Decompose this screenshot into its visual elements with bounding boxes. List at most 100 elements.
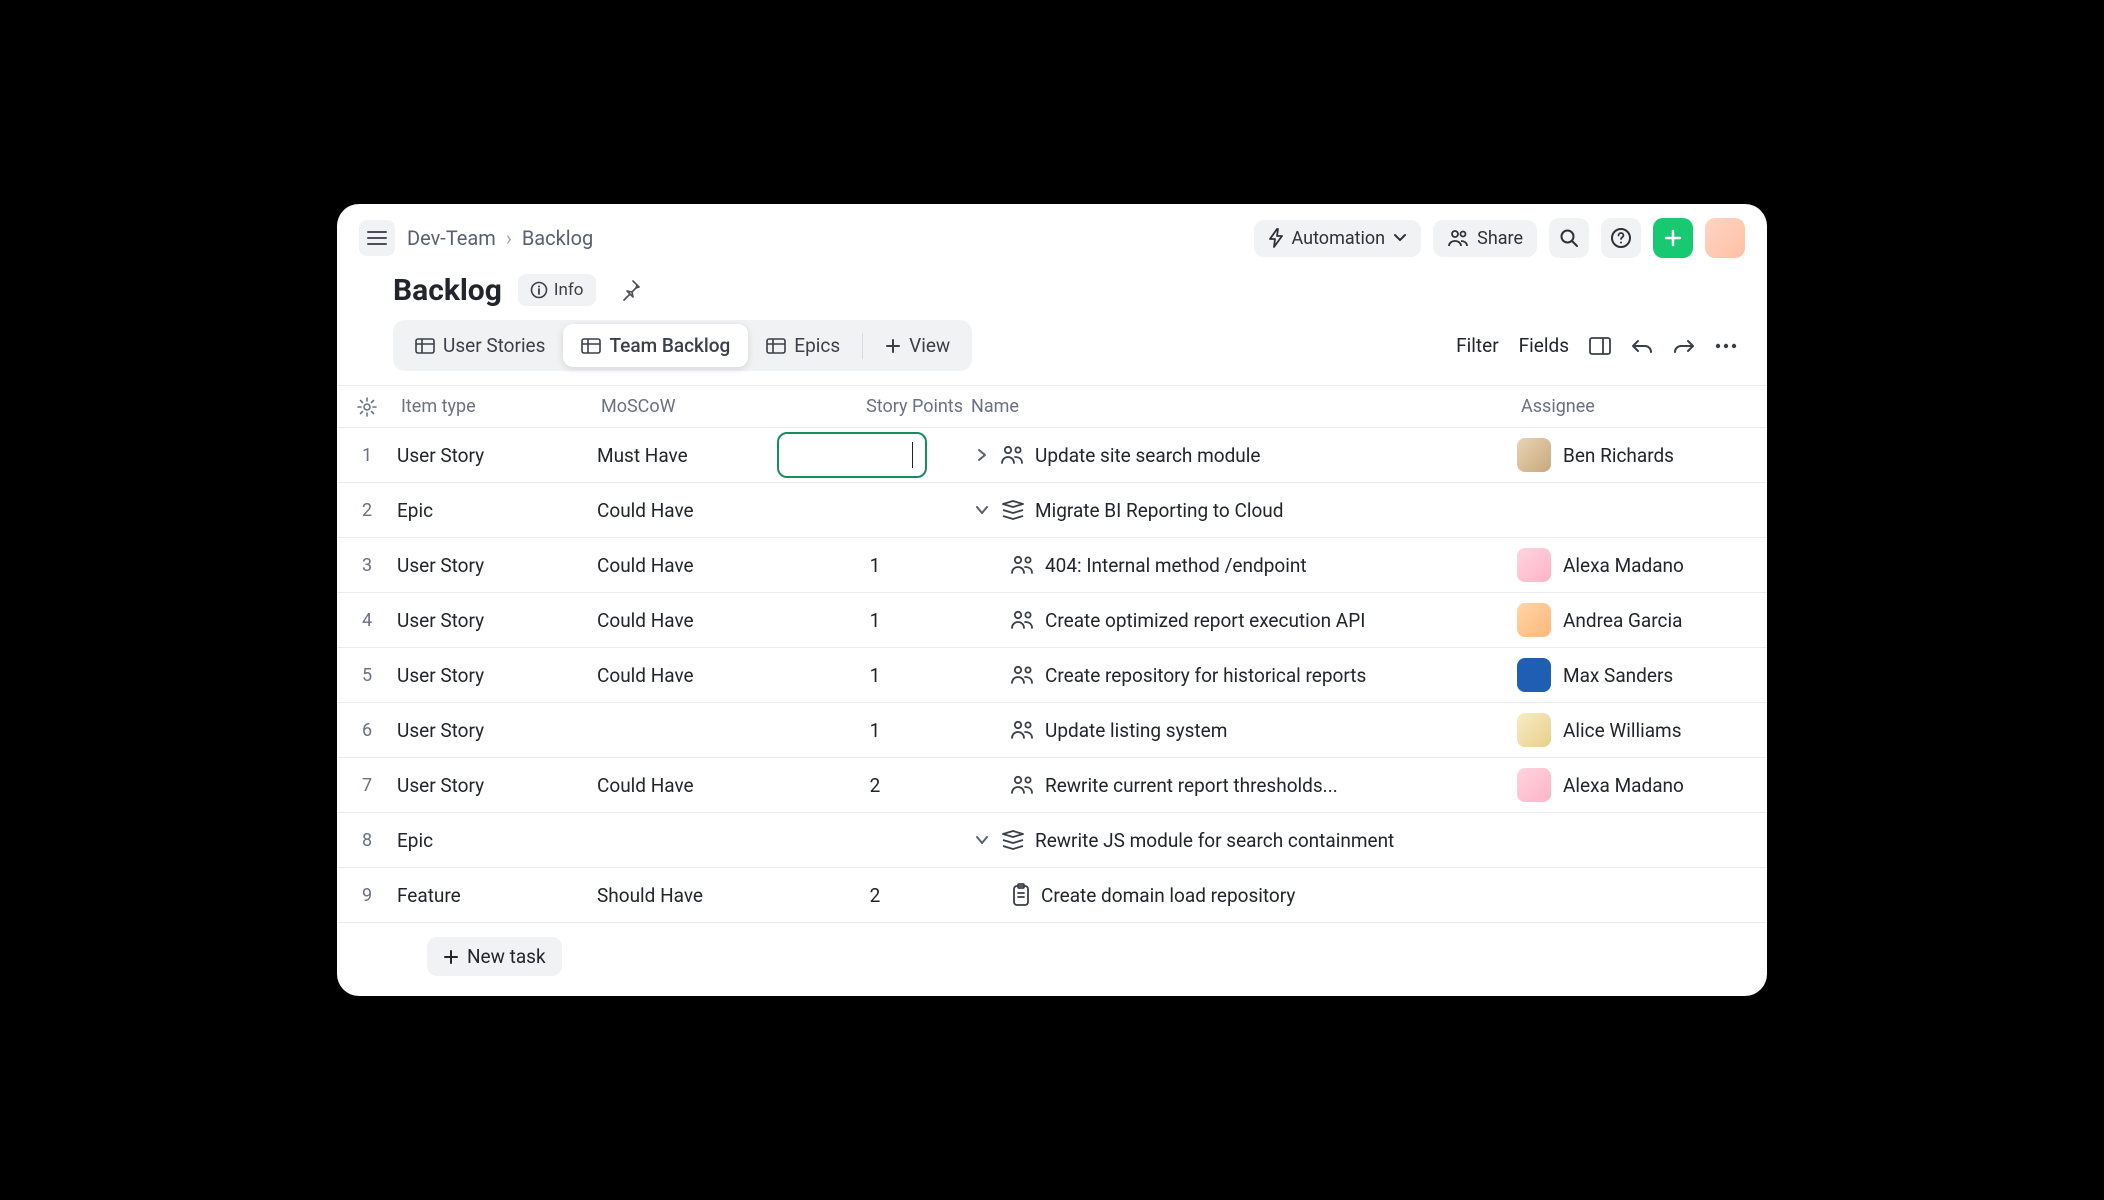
search-button[interactable] [1549,218,1589,258]
tab-epics[interactable]: Epics [748,324,858,367]
tab-user-stories[interactable]: User Stories [397,324,563,367]
cell-moscow[interactable]: Could Have [597,664,807,687]
table-row[interactable]: 5User StoryCould Have1Create repository … [337,648,1767,703]
undo-button[interactable] [1631,338,1653,354]
table-row[interactable]: 1User StoryMust HaveUpdate site search m… [337,428,1767,483]
user-avatar[interactable] [1705,218,1745,258]
cell-assignee[interactable]: Alexa Madano [1517,768,1767,802]
new-task-row: New task [337,923,1767,996]
cell-item-type[interactable]: User Story [397,554,597,577]
cell-name[interactable]: Rewrite current report thresholds... [967,774,1517,797]
cell-moscow[interactable]: Must Have [597,444,807,467]
share-button[interactable]: Share [1433,220,1537,257]
table-body: 1User StoryMust HaveUpdate site search m… [337,428,1767,923]
cell-moscow[interactable]: Could Have [597,499,807,522]
tab-label: User Stories [443,334,545,357]
chevron-down-icon [1393,233,1407,243]
breadcrumb-section[interactable]: Backlog [522,226,593,250]
plus-icon [1663,228,1683,248]
cell-item-type[interactable]: Epic [397,829,597,852]
cell-moscow[interactable]: Could Have [597,609,807,632]
info-button[interactable]: Info [518,274,596,306]
header: Dev-Team › Backlog Automation Share [337,204,1767,268]
tab-add-view[interactable]: View [867,324,968,367]
tab-divider [862,333,863,359]
col-moscow[interactable]: MoSCoW [597,396,807,417]
cell-item-type[interactable]: User Story [397,664,597,687]
col-item-type[interactable]: Item type [397,396,597,417]
cell-story-points[interactable]: 1 [807,719,967,742]
layout-button[interactable] [1589,337,1611,355]
cell-assignee[interactable]: Andrea Garcia [1517,603,1767,637]
cell-item-type[interactable]: Epic [397,499,597,522]
cell-name[interactable]: Create optimized report execution API [967,609,1517,632]
cell-story-points[interactable]: 2 [807,884,967,907]
cell-moscow[interactable]: Should Have [597,884,807,907]
filter-button[interactable]: Filter [1456,334,1498,357]
redo-button[interactable] [1673,338,1695,354]
cell-assignee[interactable]: Alexa Madano [1517,548,1767,582]
breadcrumb-project[interactable]: Dev-Team [407,226,496,250]
cell-name[interactable]: Update site search module [967,444,1517,467]
pin-button[interactable] [612,272,648,308]
task-name: Update listing system [1045,719,1227,742]
col-assignee[interactable]: Assignee [1517,396,1767,417]
cell-assignee[interactable]: Ben Richards [1517,438,1767,472]
table-icon [766,338,786,354]
cell-item-type[interactable]: User Story [397,609,597,632]
cell-name[interactable]: Rewrite JS module for search containment [967,829,1517,852]
cell-name[interactable]: Create domain load repository [967,883,1517,907]
new-task-button[interactable]: New task [427,937,562,976]
col-name[interactable]: Name [967,396,1517,417]
tab-team-backlog[interactable]: Team Backlog [563,324,748,367]
tabs-group: User Stories Team Backlog Epics View [393,320,972,371]
undo-icon [1631,338,1653,354]
cell-moscow[interactable]: Could Have [597,554,807,577]
cell-item-type[interactable]: User Story [397,719,597,742]
cell-item-type[interactable]: Feature [397,884,597,907]
cell-assignee[interactable]: Alice Williams [1517,713,1767,747]
cell-item-type[interactable]: User Story [397,774,597,797]
table-header: Item type MoSCoW Story Points Name Assig… [337,385,1767,428]
table-row[interactable]: 7User StoryCould Have2Rewrite current re… [337,758,1767,813]
fields-button[interactable]: Fields [1519,334,1569,357]
table-row[interactable]: 2EpicCould HaveMigrate BI Reporting to C… [337,483,1767,538]
cell-name[interactable]: Update listing system [967,719,1517,742]
assignee-avatar [1517,658,1551,692]
cell-story-points[interactable]: 1 [807,664,967,687]
chevron-down-icon[interactable] [973,504,991,516]
cell-story-points[interactable] [807,432,967,478]
hamburger-button[interactable] [359,220,395,256]
cell-name[interactable]: Migrate BI Reporting to Cloud [967,499,1517,522]
automation-label: Automation [1292,228,1386,249]
add-button[interactable] [1653,218,1693,258]
row-number: 9 [337,885,397,906]
col-story-points[interactable]: Story Points [807,396,967,417]
cell-assignee[interactable]: Max Sanders [1517,658,1767,692]
table-row[interactable]: 6User Story 1 Update listing system Alice W… [337,703,1767,758]
row-number: 7 [337,775,397,796]
cell-name[interactable]: 404: Internal method /endpoint [967,554,1517,577]
cell-item-type[interactable]: User Story [397,444,597,467]
help-button[interactable] [1601,218,1641,258]
automation-button[interactable]: Automation [1254,220,1422,257]
plus-icon [443,949,459,965]
table-row[interactable]: 4User StoryCould Have1Create optimized r… [337,593,1767,648]
table-row[interactable]: 8EpicRewrite JS module for search contai… [337,813,1767,868]
info-icon [530,281,548,299]
table: Item type MoSCoW Story Points Name Assig… [337,385,1767,923]
breadcrumb: Dev-Team › Backlog [407,226,593,250]
chevron-right-icon[interactable] [973,448,991,462]
cell-story-points[interactable]: 1 [807,554,967,577]
more-button[interactable] [1715,343,1737,349]
table-row[interactable]: 9FeatureShould Have2Create domain load r… [337,868,1767,923]
table-row[interactable]: 3User StoryCould Have1404: Internal meth… [337,538,1767,593]
cell-moscow[interactable]: Could Have [597,774,807,797]
story-points-input[interactable] [777,432,927,478]
chevron-down-icon[interactable] [973,834,991,846]
cell-name[interactable]: Create repository for historical reports [967,664,1517,687]
table-settings-button[interactable] [337,397,397,417]
cell-story-points[interactable]: 2 [807,774,967,797]
cell-story-points[interactable]: 1 [807,609,967,632]
row-number: 6 [337,720,397,741]
